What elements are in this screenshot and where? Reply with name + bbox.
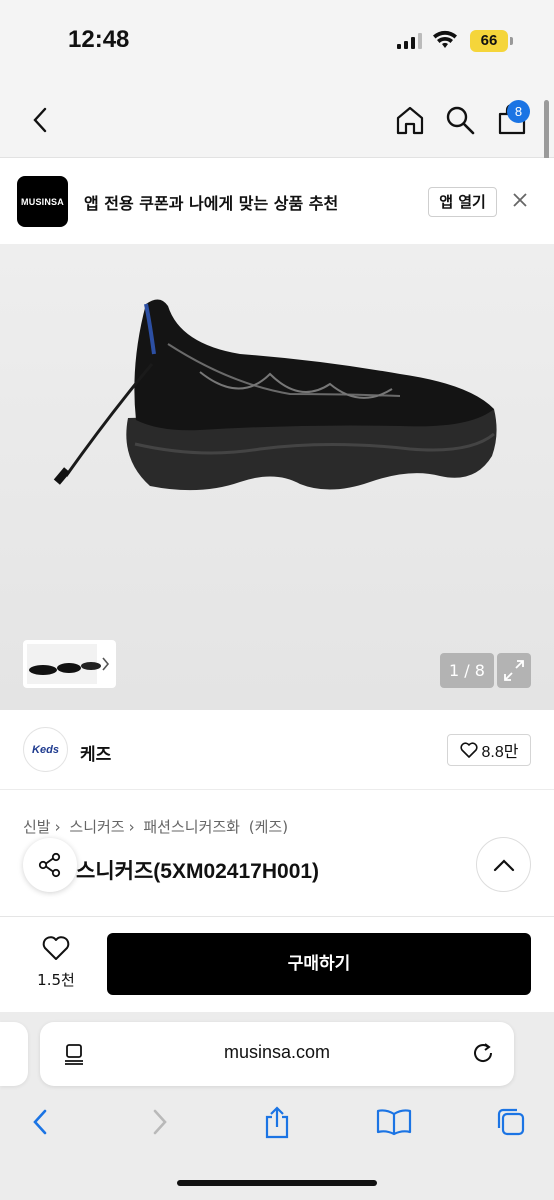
back-button[interactable] [22, 102, 58, 138]
bookmarks-button[interactable] [374, 1102, 414, 1142]
buy-button[interactable]: 구매하기 [107, 933, 531, 995]
browser-back-button[interactable] [20, 1102, 60, 1142]
search-button[interactable] [442, 102, 478, 138]
wifi-icon [433, 30, 457, 48]
chevron-left-icon [33, 1109, 47, 1135]
book-icon [376, 1109, 412, 1136]
image-counter: 1 / 8 [440, 653, 494, 688]
app-header [0, 84, 554, 158]
musinsa-logo: MUSINSA [17, 176, 68, 227]
previous-tab-peek[interactable] [0, 1022, 28, 1086]
breadcrumb-item[interactable]: (케즈) [249, 818, 288, 836]
breadcrumb: 신발 › 스니커즈 › 패션스니커즈화 (케즈) [23, 816, 292, 837]
home-indicator [177, 1180, 377, 1186]
breadcrumb-item[interactable]: 패션스니커즈화 [143, 818, 240, 836]
open-app-button[interactable]: 앱 열기 [428, 187, 497, 217]
banner-message: 앱 전용 쿠폰과 나에게 맞는 상품 추천 [84, 194, 339, 213]
home-button[interactable] [392, 102, 428, 138]
tabs-button[interactable] [491, 1102, 531, 1142]
share-sheet-button[interactable] [257, 1102, 297, 1142]
brand-logo[interactable]: Keds [23, 727, 68, 772]
cart-count-badge: 8 [507, 100, 530, 123]
scroll-top-button[interactable] [476, 837, 531, 892]
breadcrumb-separator: › [128, 818, 135, 836]
reload-icon[interactable] [470, 1040, 496, 1066]
wishlist-button[interactable]: 1.5천 [28, 935, 84, 995]
share-sheet-icon [265, 1106, 289, 1139]
status-time: 12:48 [68, 26, 130, 53]
browser-toolbar: musinsa.com [0, 1012, 554, 1200]
scroll-indicator [544, 100, 549, 160]
home-icon [396, 106, 424, 135]
cellular-signal-icon [397, 33, 422, 49]
thumbnail-strip[interactable] [23, 640, 116, 688]
thumbnail-shoes [27, 644, 110, 684]
product-title: 스니커즈(5XM02417H001) [76, 860, 320, 883]
battery-nub [510, 37, 513, 45]
purchase-bar: 1.5천 구매하기 [0, 916, 554, 1012]
product-image-gallery[interactable]: 1 / 8 [0, 244, 554, 710]
brand-row: Keds 케즈 8.8만 [0, 710, 554, 790]
app-promo-banner: MUSINSA 앱 전용 쿠폰과 나에게 맞는 상품 추천 앱 열기 [0, 158, 554, 244]
tabs-icon [497, 1108, 525, 1136]
share-button[interactable] [23, 838, 77, 892]
breadcrumb-item[interactable]: 스니커즈 [69, 818, 124, 836]
fullscreen-button[interactable] [497, 653, 531, 688]
share-icon [38, 852, 61, 878]
status-bar: 12:48 66 [0, 0, 554, 84]
search-icon [446, 106, 475, 135]
chevron-right-icon [153, 1109, 167, 1135]
brand-like-count: 8.8만 [481, 744, 519, 761]
brand-like-button[interactable]: 8.8만 [447, 734, 531, 766]
wishlist-count: 1.5천 [37, 971, 75, 989]
battery-indicator: 66 [470, 30, 508, 52]
heart-icon [42, 936, 70, 960]
expand-icon [504, 660, 524, 681]
breadcrumb-item[interactable]: 신발 [23, 818, 51, 836]
close-icon [513, 193, 527, 207]
url-text: musinsa.com [223, 1042, 331, 1062]
banner-close-button[interactable] [513, 191, 527, 212]
chevron-up-icon [493, 858, 514, 871]
heart-icon [459, 742, 478, 758]
product-photo [53, 299, 497, 491]
browser-forward-button[interactable] [140, 1102, 180, 1142]
back-icon [33, 107, 47, 133]
address-bar[interactable]: musinsa.com [40, 1022, 514, 1086]
brand-name[interactable]: 케즈 [80, 740, 111, 765]
breadcrumb-separator: › [54, 818, 61, 836]
